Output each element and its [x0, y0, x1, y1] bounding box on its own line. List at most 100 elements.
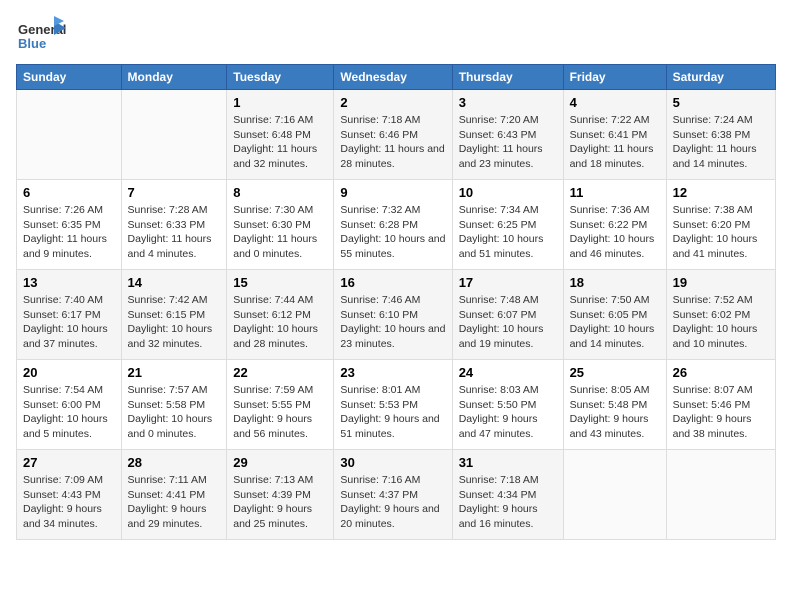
header-tuesday: Tuesday: [227, 65, 334, 90]
cell-info: Sunrise: 7:54 AMSunset: 6:00 PMDaylight:…: [23, 383, 115, 442]
cell-info: Sunrise: 7:32 AMSunset: 6:28 PMDaylight:…: [340, 203, 445, 262]
cell-info: Sunrise: 7:34 AMSunset: 6:25 PMDaylight:…: [459, 203, 557, 262]
day-number: 2: [340, 95, 445, 110]
day-number: 15: [233, 275, 327, 290]
day-cell: 21 Sunrise: 7:57 AMSunset: 5:58 PMDaylig…: [121, 360, 227, 450]
page-header: General Blue: [16, 16, 776, 56]
cell-info: Sunrise: 7:18 AMSunset: 6:46 PMDaylight:…: [340, 113, 445, 172]
day-number: 9: [340, 185, 445, 200]
day-cell: 8 Sunrise: 7:30 AMSunset: 6:30 PMDayligh…: [227, 180, 334, 270]
day-number: 13: [23, 275, 115, 290]
day-number: 20: [23, 365, 115, 380]
day-cell: 5 Sunrise: 7:24 AMSunset: 6:38 PMDayligh…: [666, 90, 775, 180]
cell-info: Sunrise: 7:52 AMSunset: 6:02 PMDaylight:…: [673, 293, 769, 352]
cell-info: Sunrise: 7:20 AMSunset: 6:43 PMDaylight:…: [459, 113, 557, 172]
header-wednesday: Wednesday: [334, 65, 452, 90]
day-cell: [121, 90, 227, 180]
day-number: 21: [128, 365, 221, 380]
cell-info: Sunrise: 7:30 AMSunset: 6:30 PMDaylight:…: [233, 203, 327, 262]
day-cell: 9 Sunrise: 7:32 AMSunset: 6:28 PMDayligh…: [334, 180, 452, 270]
day-cell: 1 Sunrise: 7:16 AMSunset: 6:48 PMDayligh…: [227, 90, 334, 180]
cell-info: Sunrise: 8:07 AMSunset: 5:46 PMDaylight:…: [673, 383, 769, 442]
day-cell: 22 Sunrise: 7:59 AMSunset: 5:55 PMDaylig…: [227, 360, 334, 450]
day-cell: 3 Sunrise: 7:20 AMSunset: 6:43 PMDayligh…: [452, 90, 563, 180]
cell-info: Sunrise: 7:36 AMSunset: 6:22 PMDaylight:…: [570, 203, 660, 262]
cell-info: Sunrise: 7:57 AMSunset: 5:58 PMDaylight:…: [128, 383, 221, 442]
cell-info: Sunrise: 8:03 AMSunset: 5:50 PMDaylight:…: [459, 383, 557, 442]
cell-info: Sunrise: 7:46 AMSunset: 6:10 PMDaylight:…: [340, 293, 445, 352]
day-number: 18: [570, 275, 660, 290]
calendar-table: SundayMondayTuesdayWednesdayThursdayFrid…: [16, 64, 776, 540]
day-cell: 16 Sunrise: 7:46 AMSunset: 6:10 PMDaylig…: [334, 270, 452, 360]
cell-info: Sunrise: 7:16 AMSunset: 4:37 PMDaylight:…: [340, 473, 445, 532]
cell-info: Sunrise: 7:28 AMSunset: 6:33 PMDaylight:…: [128, 203, 221, 262]
cell-info: Sunrise: 8:05 AMSunset: 5:48 PMDaylight:…: [570, 383, 660, 442]
day-cell: 27 Sunrise: 7:09 AMSunset: 4:43 PMDaylig…: [17, 450, 122, 540]
cell-info: Sunrise: 7:11 AMSunset: 4:41 PMDaylight:…: [128, 473, 221, 532]
day-cell: 26 Sunrise: 8:07 AMSunset: 5:46 PMDaylig…: [666, 360, 775, 450]
day-number: 19: [673, 275, 769, 290]
logo: General Blue: [16, 16, 66, 56]
header-saturday: Saturday: [666, 65, 775, 90]
day-cell: 17 Sunrise: 7:48 AMSunset: 6:07 PMDaylig…: [452, 270, 563, 360]
day-number: 11: [570, 185, 660, 200]
header-friday: Friday: [563, 65, 666, 90]
cell-info: Sunrise: 7:13 AMSunset: 4:39 PMDaylight:…: [233, 473, 327, 532]
day-number: 4: [570, 95, 660, 110]
day-number: 28: [128, 455, 221, 470]
day-number: 17: [459, 275, 557, 290]
day-cell: 30 Sunrise: 7:16 AMSunset: 4:37 PMDaylig…: [334, 450, 452, 540]
week-row-4: 20 Sunrise: 7:54 AMSunset: 6:00 PMDaylig…: [17, 360, 776, 450]
day-cell: 14 Sunrise: 7:42 AMSunset: 6:15 PMDaylig…: [121, 270, 227, 360]
day-cell: 2 Sunrise: 7:18 AMSunset: 6:46 PMDayligh…: [334, 90, 452, 180]
day-number: 6: [23, 185, 115, 200]
cell-info: Sunrise: 7:16 AMSunset: 6:48 PMDaylight:…: [233, 113, 327, 172]
day-number: 5: [673, 95, 769, 110]
day-number: 22: [233, 365, 327, 380]
day-cell: 10 Sunrise: 7:34 AMSunset: 6:25 PMDaylig…: [452, 180, 563, 270]
day-cell: 11 Sunrise: 7:36 AMSunset: 6:22 PMDaylig…: [563, 180, 666, 270]
week-row-3: 13 Sunrise: 7:40 AMSunset: 6:17 PMDaylig…: [17, 270, 776, 360]
cell-info: Sunrise: 8:01 AMSunset: 5:53 PMDaylight:…: [340, 383, 445, 442]
header-monday: Monday: [121, 65, 227, 90]
cell-info: Sunrise: 7:26 AMSunset: 6:35 PMDaylight:…: [23, 203, 115, 262]
day-number: 24: [459, 365, 557, 380]
day-cell: 12 Sunrise: 7:38 AMSunset: 6:20 PMDaylig…: [666, 180, 775, 270]
cell-info: Sunrise: 7:22 AMSunset: 6:41 PMDaylight:…: [570, 113, 660, 172]
svg-text:Blue: Blue: [18, 36, 46, 51]
cell-info: Sunrise: 7:50 AMSunset: 6:05 PMDaylight:…: [570, 293, 660, 352]
day-cell: 6 Sunrise: 7:26 AMSunset: 6:35 PMDayligh…: [17, 180, 122, 270]
day-number: 31: [459, 455, 557, 470]
day-cell: 15 Sunrise: 7:44 AMSunset: 6:12 PMDaylig…: [227, 270, 334, 360]
day-cell: 7 Sunrise: 7:28 AMSunset: 6:33 PMDayligh…: [121, 180, 227, 270]
cell-info: Sunrise: 7:42 AMSunset: 6:15 PMDaylight:…: [128, 293, 221, 352]
day-cell: 20 Sunrise: 7:54 AMSunset: 6:00 PMDaylig…: [17, 360, 122, 450]
day-cell: 31 Sunrise: 7:18 AMSunset: 4:34 PMDaylig…: [452, 450, 563, 540]
day-cell: 29 Sunrise: 7:13 AMSunset: 4:39 PMDaylig…: [227, 450, 334, 540]
day-number: 23: [340, 365, 445, 380]
day-cell: 19 Sunrise: 7:52 AMSunset: 6:02 PMDaylig…: [666, 270, 775, 360]
cell-info: Sunrise: 7:24 AMSunset: 6:38 PMDaylight:…: [673, 113, 769, 172]
day-number: 27: [23, 455, 115, 470]
day-number: 7: [128, 185, 221, 200]
cell-info: Sunrise: 7:59 AMSunset: 5:55 PMDaylight:…: [233, 383, 327, 442]
cell-info: Sunrise: 7:18 AMSunset: 4:34 PMDaylight:…: [459, 473, 557, 532]
day-number: 1: [233, 95, 327, 110]
day-cell: 13 Sunrise: 7:40 AMSunset: 6:17 PMDaylig…: [17, 270, 122, 360]
day-number: 8: [233, 185, 327, 200]
header-row: SundayMondayTuesdayWednesdayThursdayFrid…: [17, 65, 776, 90]
cell-info: Sunrise: 7:44 AMSunset: 6:12 PMDaylight:…: [233, 293, 327, 352]
header-sunday: Sunday: [17, 65, 122, 90]
day-cell: 28 Sunrise: 7:11 AMSunset: 4:41 PMDaylig…: [121, 450, 227, 540]
header-thursday: Thursday: [452, 65, 563, 90]
day-cell: [17, 90, 122, 180]
day-number: 14: [128, 275, 221, 290]
day-cell: [666, 450, 775, 540]
cell-info: Sunrise: 7:40 AMSunset: 6:17 PMDaylight:…: [23, 293, 115, 352]
day-number: 3: [459, 95, 557, 110]
day-cell: 18 Sunrise: 7:50 AMSunset: 6:05 PMDaylig…: [563, 270, 666, 360]
cell-info: Sunrise: 7:38 AMSunset: 6:20 PMDaylight:…: [673, 203, 769, 262]
week-row-5: 27 Sunrise: 7:09 AMSunset: 4:43 PMDaylig…: [17, 450, 776, 540]
day-number: 30: [340, 455, 445, 470]
day-cell: 23 Sunrise: 8:01 AMSunset: 5:53 PMDaylig…: [334, 360, 452, 450]
